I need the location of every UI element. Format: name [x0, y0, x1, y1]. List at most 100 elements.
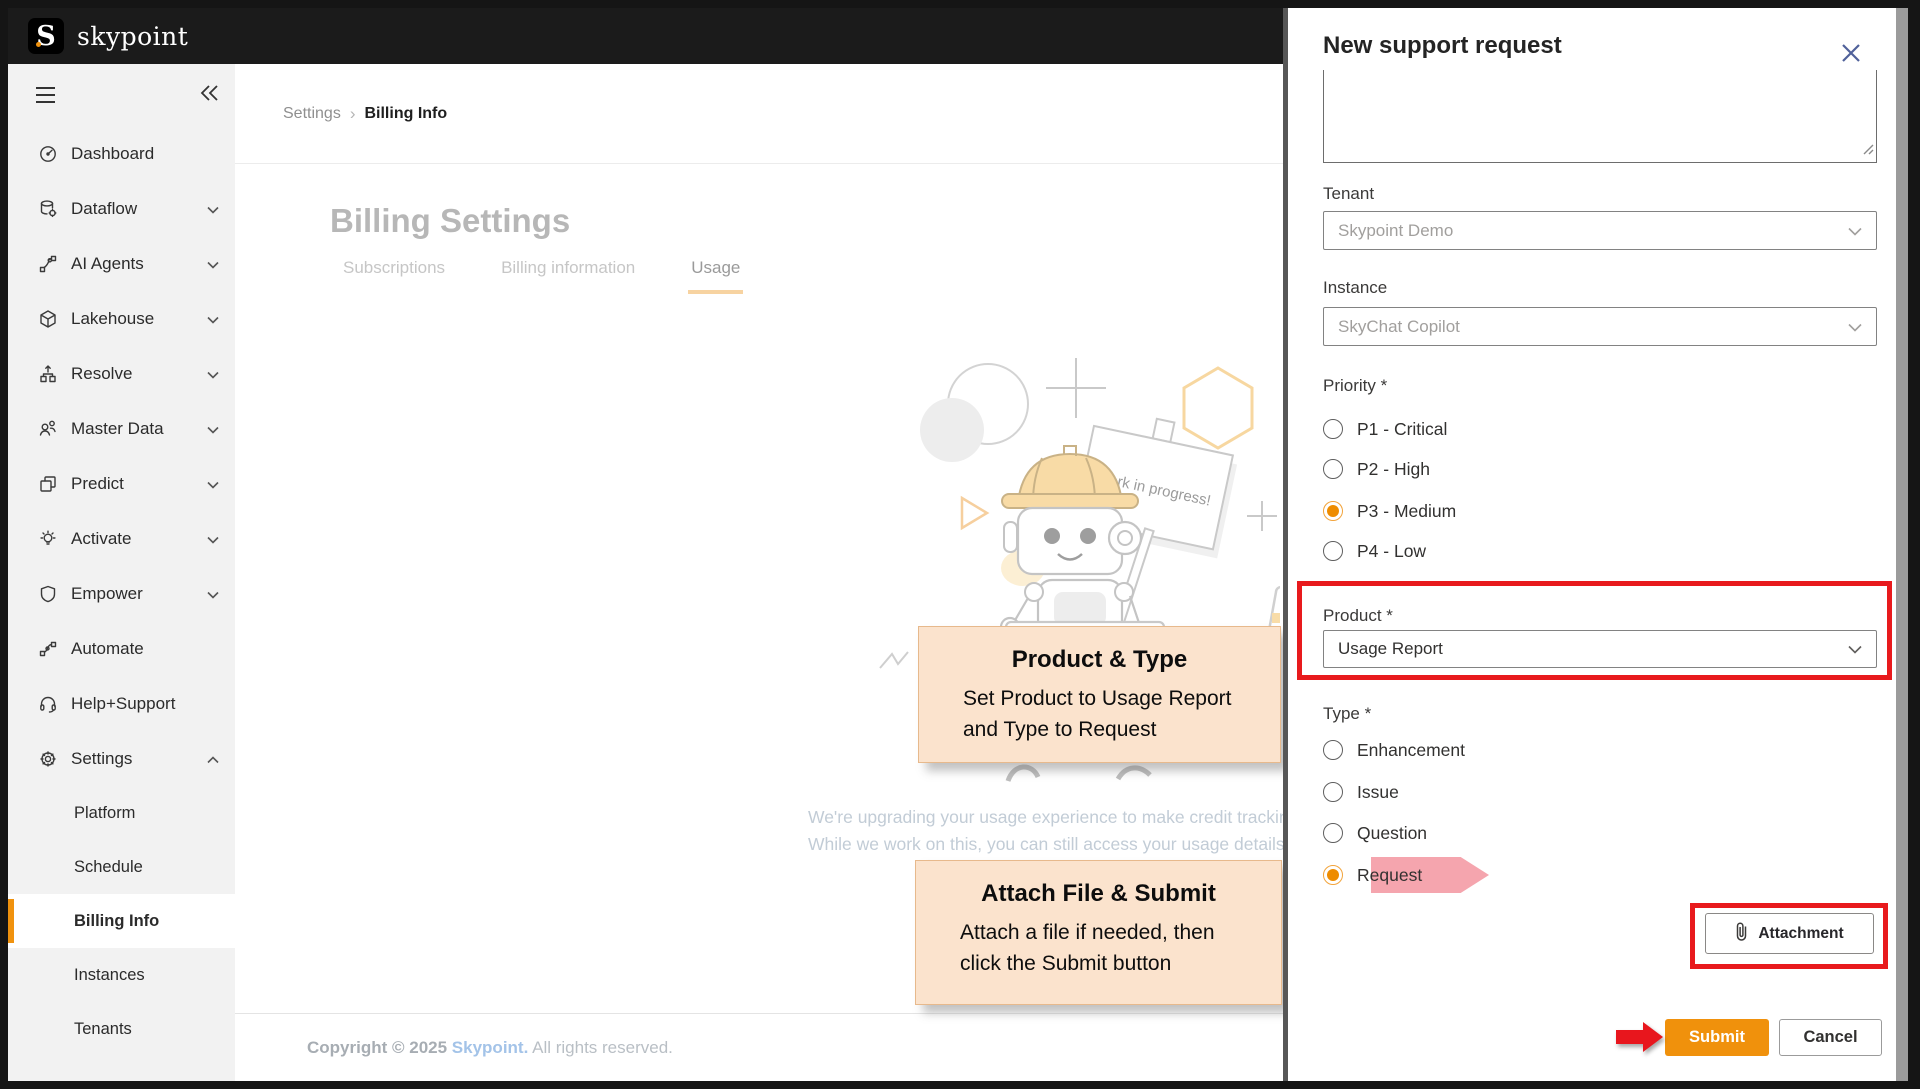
chevron-down-icon — [207, 419, 219, 439]
radio-icon — [1323, 541, 1343, 561]
sidebar: Dashboard Dataflow AI Agents Lakehouse R… — [8, 64, 235, 1081]
chevron-down-icon — [207, 529, 219, 549]
annotation-body: Set Product to Usage Report and Type to … — [919, 683, 1280, 745]
chevron-down-icon — [207, 309, 219, 329]
submit-button[interactable]: Submit — [1665, 1019, 1769, 1056]
sidebar-item-master-data[interactable]: Master Data — [8, 401, 235, 456]
sidebar-item-resolve[interactable]: Resolve — [8, 346, 235, 401]
copyright-brand-link[interactable]: Skypoint. — [452, 1038, 529, 1057]
sidebar-subitem-tenants[interactable]: Tenants — [8, 1002, 235, 1056]
type-radio-enhancement[interactable]: Enhancement — [1323, 735, 1465, 765]
annotation-title: Attach File & Submit — [916, 880, 1281, 908]
hamburger-menu-icon[interactable] — [36, 87, 55, 103]
priority-radio-p1-critical[interactable]: P1 - Critical — [1323, 414, 1447, 444]
priority-radio-p2-high[interactable]: P2 - High — [1323, 454, 1430, 484]
obscured-heading-fragment — [1000, 761, 1170, 788]
lightbulb-icon — [38, 529, 58, 549]
attachment-button[interactable]: Attachment — [1705, 913, 1874, 954]
shield-icon — [38, 584, 58, 604]
breadcrumb-billing-info: Billing Info — [364, 105, 447, 123]
radio-icon — [1323, 823, 1343, 843]
brand-name: skypoint — [77, 22, 188, 51]
annotation-body: Attach a file if needed, then click the … — [916, 917, 1281, 979]
org-chart-icon — [38, 364, 58, 384]
radio-icon — [1323, 459, 1343, 479]
chevron-down-icon — [207, 254, 219, 274]
chevron-down-icon — [207, 364, 219, 384]
page-title: Billing Settings — [330, 202, 570, 240]
sidebar-subitem-schedule[interactable]: Schedule — [8, 840, 235, 894]
billing-tabs: Subscriptions Billing information Usage — [343, 258, 796, 278]
panel-scrollbar[interactable] — [1896, 8, 1908, 1081]
chevron-down-icon — [1848, 639, 1862, 659]
priority-label: Priority * — [1323, 376, 1387, 396]
tab-usage[interactable]: Usage — [691, 258, 740, 278]
type-radio-issue[interactable]: Issue — [1323, 777, 1399, 807]
annotation-attach-submit: Attach File & Submit Attach a file if ne… — [915, 860, 1282, 1005]
product-label: Product * — [1323, 606, 1393, 626]
footer-divider — [235, 1013, 1283, 1014]
breadcrumb: Settings › Billing Info — [235, 64, 1283, 164]
collapse-sidebar-icon[interactable] — [199, 84, 219, 107]
instance-select[interactable]: SkyChat Copilot — [1323, 307, 1877, 346]
tenant-select[interactable]: Skypoint Demo — [1323, 211, 1877, 250]
sidebar-item-dashboard[interactable]: Dashboard — [8, 126, 235, 181]
cancel-button[interactable]: Cancel — [1779, 1019, 1882, 1056]
sidebar-item-activate[interactable]: Activate — [8, 511, 235, 566]
tab-subscriptions[interactable]: Subscriptions — [343, 258, 445, 278]
sidebar-item-lakehouse[interactable]: Lakehouse — [8, 291, 235, 346]
tenant-label: Tenant — [1323, 184, 1374, 204]
priority-radio-p3-medium[interactable]: P3 - Medium — [1323, 496, 1456, 526]
gear-icon — [38, 749, 58, 769]
sidebar-item-help-support[interactable]: Help+Support — [8, 676, 235, 731]
annotation-product-type: Product & Type Set Product to Usage Repo… — [918, 626, 1281, 763]
sidebar-item-ai-agents[interactable]: AI Agents — [8, 236, 235, 291]
sidebar-item-predict[interactable]: Predict — [8, 456, 235, 511]
type-radio-question[interactable]: Question — [1323, 818, 1427, 848]
skypoint-logo[interactable]: S — [28, 18, 64, 54]
breadcrumb-separator-icon: › — [350, 104, 356, 124]
chevron-down-icon — [207, 474, 219, 494]
sidebar-item-empower[interactable]: Empower — [8, 566, 235, 621]
chevron-down-icon — [1848, 317, 1862, 337]
workflow-icon — [38, 254, 58, 274]
sidebar-item-automate[interactable]: Automate — [8, 621, 235, 676]
instance-label: Instance — [1323, 278, 1387, 298]
type-label: Type * — [1323, 704, 1371, 724]
annotation-title: Product & Type — [919, 646, 1280, 674]
app-screenshot: S skypoint Dashboard Dataflow AI Agents — [0, 0, 1920, 1089]
main-content: Settings › Billing Info Billing Settings… — [235, 64, 1283, 1081]
chevron-up-icon — [207, 749, 219, 769]
database-icon — [38, 199, 58, 219]
overlapping-squares-icon — [38, 474, 58, 494]
type-radio-request[interactable]: Request — [1323, 860, 1422, 890]
radio-selected-icon — [1323, 865, 1343, 885]
radio-selected-icon — [1323, 501, 1343, 521]
close-icon[interactable] — [1838, 40, 1864, 66]
description-textarea[interactable] — [1323, 70, 1877, 163]
tab-billing-information[interactable]: Billing information — [501, 258, 635, 278]
sidebar-item-dataflow[interactable]: Dataflow — [8, 181, 235, 236]
resize-grip-icon[interactable] — [1863, 142, 1874, 160]
annotation-red-arrow-icon — [1616, 1022, 1664, 1052]
headset-icon — [38, 694, 58, 714]
sidebar-subitem-instances[interactable]: Instances — [8, 948, 235, 1002]
chevron-down-icon — [207, 584, 219, 604]
cube-icon — [38, 309, 58, 329]
logo-dot — [36, 42, 41, 47]
dashboard-icon — [38, 144, 58, 164]
priority-radio-p4-low[interactable]: P4 - Low — [1323, 536, 1426, 566]
breadcrumb-settings[interactable]: Settings — [283, 105, 341, 123]
paperclip-icon — [1735, 922, 1748, 946]
new-support-request-panel: New support request Tenant Skypoint Demo… — [1283, 8, 1896, 1081]
sidebar-item-settings[interactable]: Settings — [8, 731, 235, 786]
people-icon — [38, 419, 58, 439]
product-select[interactable]: Usage Report — [1323, 630, 1877, 668]
usage-upgrade-message: We're upgrading your usage experience to… — [808, 804, 1283, 858]
radio-icon — [1323, 740, 1343, 760]
chevron-down-icon — [1848, 221, 1862, 241]
sidebar-header — [8, 64, 235, 126]
sidebar-subitem-billing-info[interactable]: Billing Info — [8, 894, 235, 948]
chevron-down-icon — [207, 199, 219, 219]
sidebar-subitem-platform[interactable]: Platform — [8, 786, 235, 840]
